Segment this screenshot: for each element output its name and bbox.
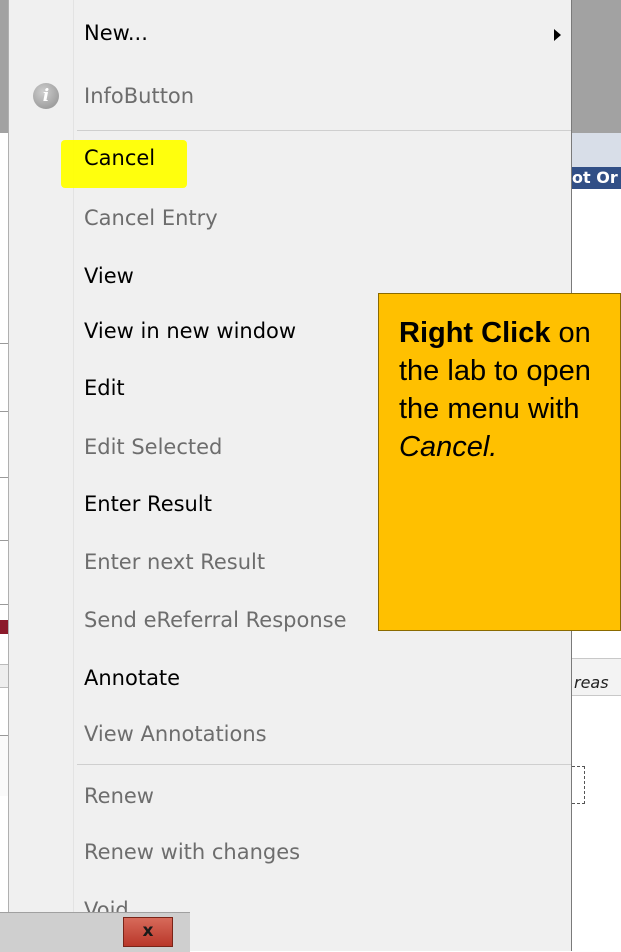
background-left-marker — [0, 620, 8, 634]
background-row-divider — [0, 477, 8, 478]
background-row-divider — [0, 343, 8, 344]
menu-item-label: Cancel — [84, 146, 156, 170]
background-dotted-box — [572, 766, 585, 804]
background-row-divider — [0, 540, 8, 541]
menu-item-annotate[interactable]: Annotate — [9, 652, 571, 708]
instruction-callout: Right Click on the lab to open the menu … — [378, 293, 621, 631]
menu-item-label: View in new window — [84, 319, 297, 343]
menu-item-label: Annotate — [84, 666, 181, 690]
menu-separator — [77, 764, 571, 765]
menu-item-label: Enter Result — [84, 492, 212, 516]
background-left-field — [0, 735, 8, 796]
menu-item-new[interactable]: New... — [9, 7, 571, 63]
background-left-strip — [0, 133, 8, 951]
background-left-field — [0, 664, 8, 688]
menu-item-label: InfoButton — [84, 84, 195, 108]
menu-item-label: Renew — [84, 784, 154, 808]
menu-item-infobutton[interactable]: i InfoButton — [9, 70, 571, 126]
menu-item-label: Enter next Result — [84, 550, 266, 574]
menu-item-cancel[interactable]: Cancel — [9, 132, 571, 188]
background-row-divider — [0, 411, 8, 412]
menu-item-label: Edit — [84, 376, 125, 400]
callout-bold-text: Right Click — [399, 317, 551, 349]
menu-item-label: Cancel Entry — [84, 206, 218, 230]
callout-italic-text: Cancel. — [399, 431, 498, 463]
menu-item-label: New... — [84, 21, 148, 45]
menu-item-cancel-entry[interactable]: Cancel Entry — [9, 192, 571, 248]
menu-item-label: Edit Selected — [84, 435, 223, 459]
background-row-divider — [0, 604, 8, 605]
menu-separator — [77, 130, 571, 131]
info-icon: i — [33, 83, 59, 109]
close-button[interactable]: x — [123, 917, 173, 947]
menu-item-label: Renew with changes — [84, 840, 301, 864]
background-filter-text: reas — [574, 673, 609, 692]
submenu-arrow-icon — [554, 29, 561, 41]
menu-item-view-annotations[interactable]: View Annotations — [9, 708, 571, 764]
menu-item-renew[interactable]: Renew — [9, 770, 571, 826]
menu-item-label: Send eReferral Response — [84, 608, 347, 632]
menu-item-label: View Annotations — [84, 722, 267, 746]
background-column-header-text: ot Or — [572, 168, 618, 187]
menu-item-renew-with-changes[interactable]: Renew with changes — [9, 826, 571, 882]
menu-item-label: View — [84, 264, 134, 288]
